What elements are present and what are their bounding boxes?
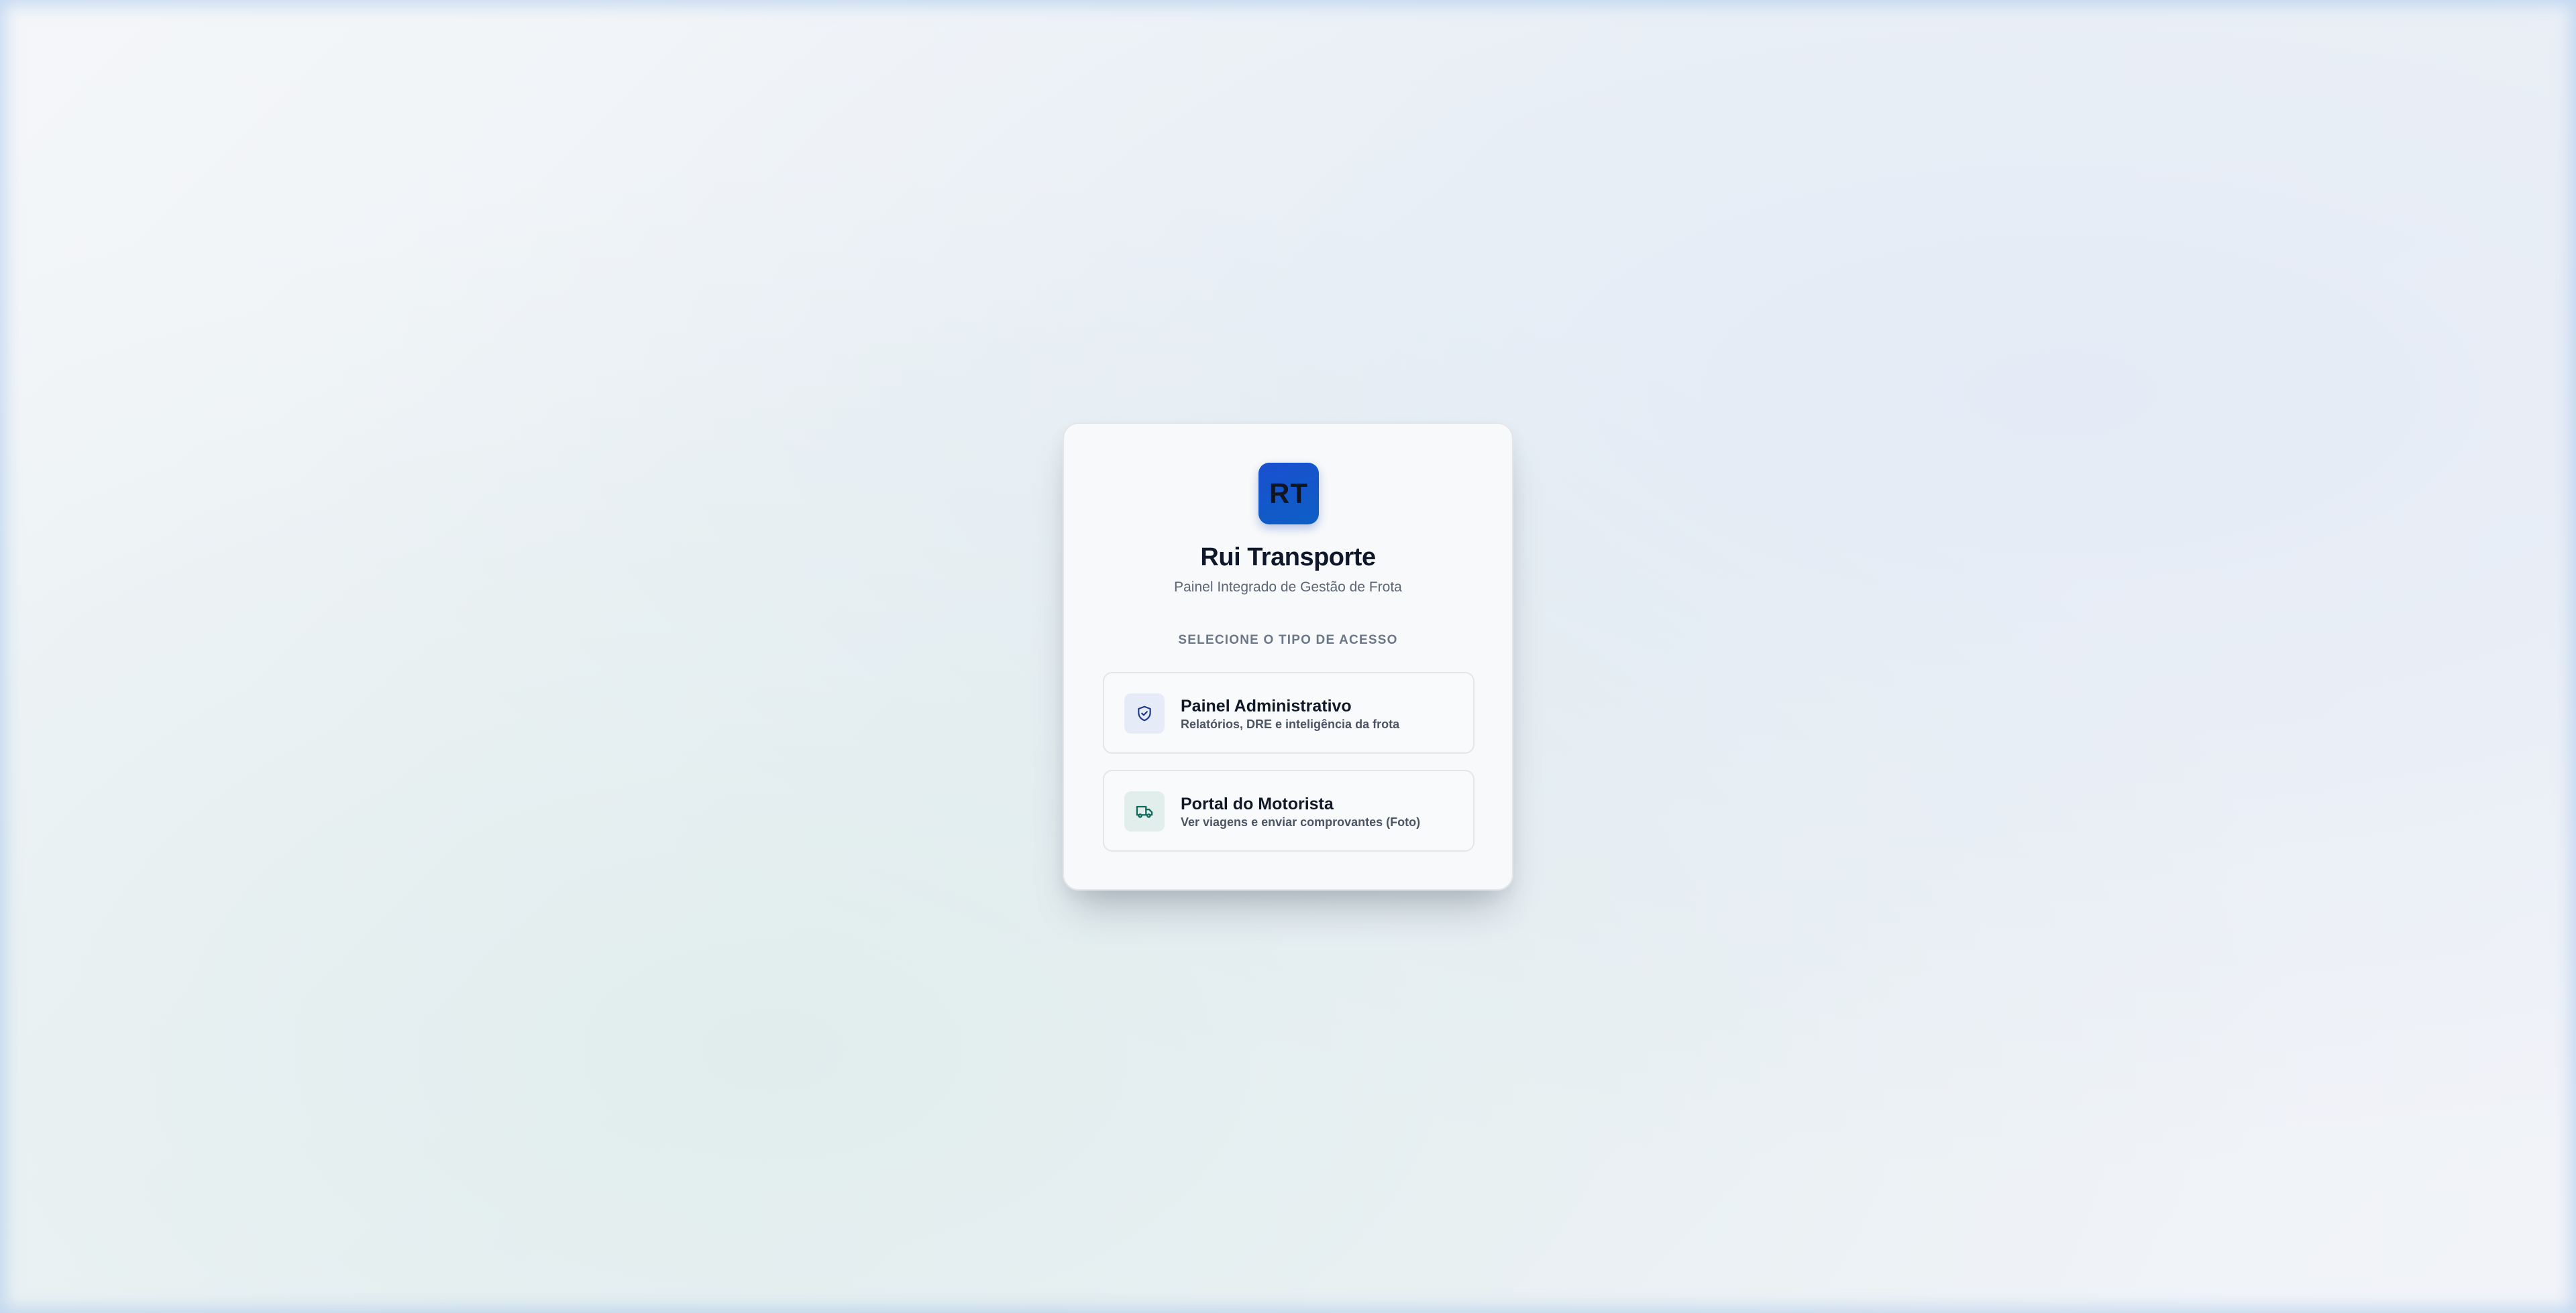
admin-panel-text: Painel Administrativo Relatórios, DRE e … [1181,696,1399,732]
truck-icon [1124,791,1165,832]
shield-check-icon [1124,693,1165,734]
brand-title: Rui Transporte [1200,543,1376,571]
driver-portal-title: Portal do Motorista [1181,795,1334,813]
brand-logo-text: RT [1269,477,1308,509]
brand-logo: RT [1258,463,1319,524]
access-section-label: SELECIONE O TIPO DE ACESSO [1178,633,1398,647]
driver-portal-text: Portal do Motorista Ver viagens e enviar… [1181,794,1420,830]
access-selection-card: RT Rui Transporte Painel Integrado de Ge… [1063,422,1513,891]
admin-panel-option[interactable]: Painel Administrativo Relatórios, DRE e … [1103,672,1474,754]
admin-panel-description: Relatórios, DRE e inteligência da frota [1181,718,1400,731]
admin-panel-title: Painel Administrativo [1181,697,1352,716]
driver-portal-description: Ver viagens e enviar comprovantes (Foto) [1181,815,1421,829]
brand-subtitle: Painel Integrado de Gestão de Frota [1174,579,1402,595]
driver-portal-option[interactable]: Portal do Motorista Ver viagens e enviar… [1103,770,1474,852]
